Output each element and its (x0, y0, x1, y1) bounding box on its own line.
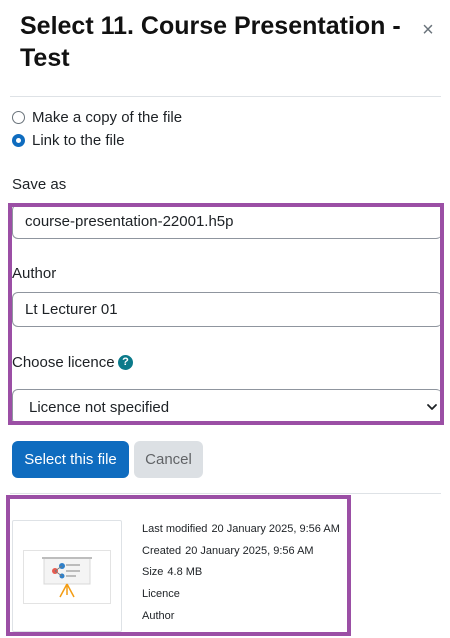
form-highlight-box (8, 203, 444, 425)
dialog-title: Select 11. Course Presentation - Test (20, 12, 401, 72)
close-icon[interactable]: × (420, 20, 436, 40)
link-file-label: Link to the file (32, 131, 125, 149)
file-info-highlight-box (6, 495, 351, 636)
make-copy-label: Make a copy of the file (32, 108, 183, 126)
make-copy-radio[interactable] (12, 110, 25, 124)
option-link-file[interactable]: Link to the file (12, 130, 125, 150)
save-as-label: Save as (12, 176, 67, 193)
buttons-divider (10, 493, 441, 494)
header-divider (10, 96, 441, 97)
cancel-button[interactable]: Cancel (134, 441, 203, 478)
option-make-copy[interactable]: Make a copy of the file (12, 107, 182, 127)
link-file-radio[interactable] (12, 133, 25, 147)
select-file-button[interactable]: Select this file (12, 441, 129, 478)
